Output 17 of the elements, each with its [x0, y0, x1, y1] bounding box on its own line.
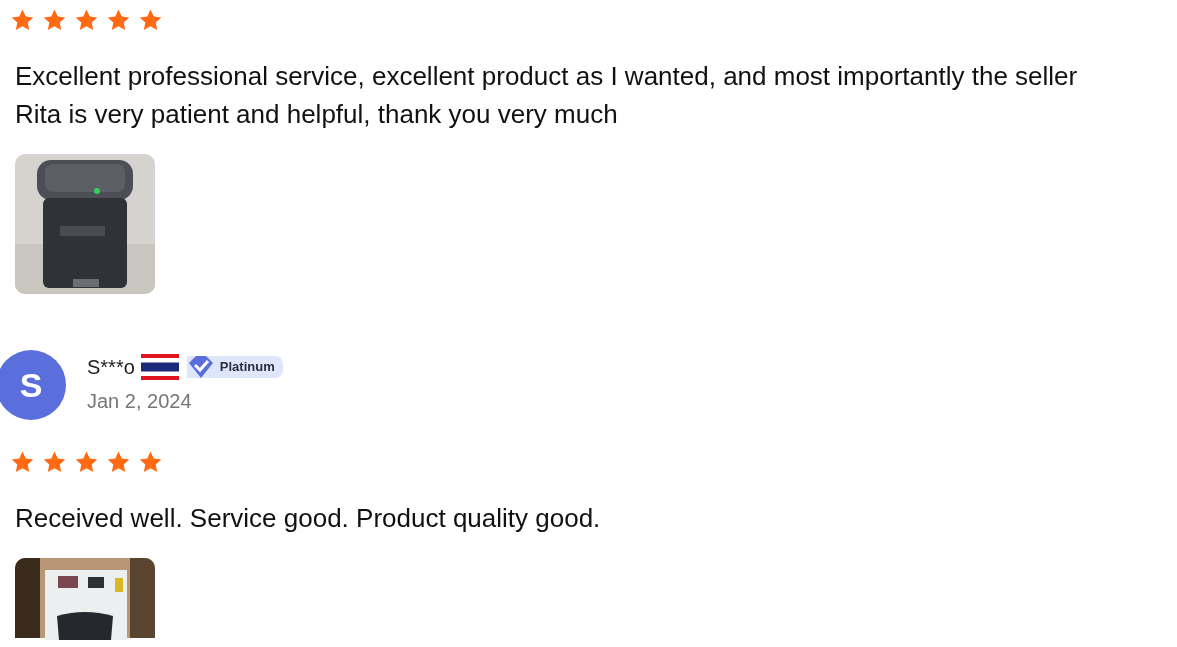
star-icon [10, 8, 35, 33]
review-text: Received well. Service good. Product quality good. [15, 502, 602, 535]
star-icon [106, 8, 131, 33]
star-icon [138, 8, 163, 33]
star-icon [74, 450, 99, 475]
avatar: S [0, 350, 66, 420]
review-text: Excellent professional service, excellent product as I wanted, and most importantly the seller Rita is very patient and helpful, thank you very much [15, 60, 1079, 131]
review-date: Jan 2, 2024 [87, 389, 193, 414]
flag-icon [140, 354, 179, 380]
star-icon [74, 8, 99, 33]
star-icon [106, 450, 131, 475]
membership-badge: Platinum [186, 356, 283, 378]
reviewer-name: S***o [87, 355, 135, 380]
star-icon [138, 450, 163, 475]
star-icon [10, 450, 35, 475]
star-icon [42, 8, 67, 33]
star-icon [42, 450, 67, 475]
